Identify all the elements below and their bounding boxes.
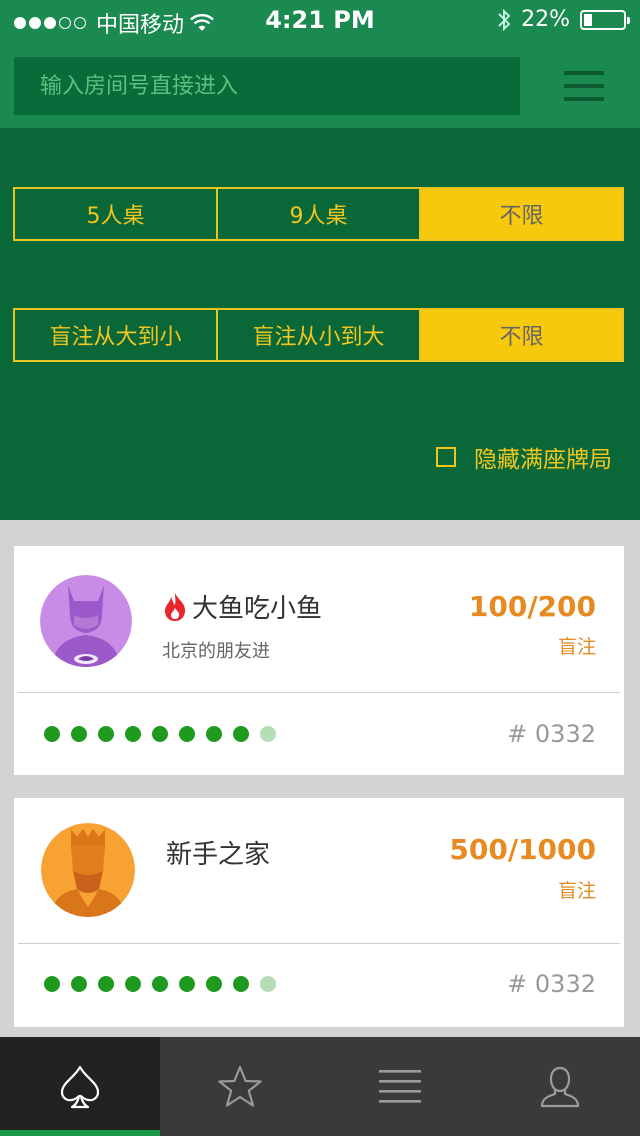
seat-taken-dot bbox=[233, 976, 249, 992]
seat-taken-dot bbox=[98, 726, 114, 742]
filter-9-seat[interactable]: 9人桌 bbox=[218, 189, 421, 239]
filter-blind-desc[interactable]: 盲注从大到小 bbox=[15, 310, 218, 360]
card-divider bbox=[18, 692, 620, 693]
seat-taken-dot bbox=[71, 976, 87, 992]
battery-icon bbox=[580, 9, 630, 30]
fire-icon bbox=[165, 592, 186, 621]
seat-taken-dot bbox=[233, 726, 249, 742]
tab-favorites[interactable] bbox=[160, 1037, 320, 1136]
hide-full-checkbox[interactable] bbox=[436, 447, 456, 467]
hide-full-toggle[interactable]: 隐藏满座牌局 bbox=[436, 440, 612, 474]
filter-panel: 5人桌 9人桌 不限 盲注从大到小 盲注从小到大 不限 隐藏满座牌局 bbox=[0, 128, 640, 520]
spade-icon bbox=[60, 1065, 100, 1108]
seat-taken-dot bbox=[152, 726, 168, 742]
filter-size-any[interactable]: 不限 bbox=[421, 189, 622, 239]
tab-bar bbox=[0, 1037, 640, 1136]
seat-taken-dot bbox=[125, 726, 141, 742]
seat-taken-dot bbox=[71, 726, 87, 742]
filter-blind-any[interactable]: 不限 bbox=[421, 310, 622, 360]
filter-5-seat[interactable]: 5人桌 bbox=[15, 189, 218, 239]
room-blinds: 500/1000 bbox=[449, 833, 596, 866]
seat-taken-dot bbox=[98, 976, 114, 992]
room-name-text: 新手之家 bbox=[166, 840, 271, 870]
room-name-text: 大鱼吃小鱼 bbox=[192, 594, 323, 624]
room-subtitle: 北京的朋友进 bbox=[162, 641, 270, 662]
room-number: # 0332 bbox=[507, 720, 596, 748]
king-avatar-icon bbox=[41, 823, 135, 917]
filter-blind-asc[interactable]: 盲注从小到大 bbox=[218, 310, 421, 360]
seat-taken-dot bbox=[44, 976, 60, 992]
room-blinds-label: 盲注 bbox=[557, 636, 596, 658]
blind-order-filter: 盲注从大到小 盲注从小到大 不限 bbox=[13, 308, 624, 362]
seat-taken-dot bbox=[125, 976, 141, 992]
room-card[interactable]: 新手之家 500/1000 盲注 # 0332 bbox=[14, 798, 624, 1027]
seat-taken-dot bbox=[179, 976, 195, 992]
seat-taken-dot bbox=[152, 976, 168, 992]
seat-indicator bbox=[44, 976, 276, 992]
room-name: 新手之家 bbox=[166, 834, 270, 871]
star-icon bbox=[218, 1065, 262, 1107]
room-number: # 0332 bbox=[507, 970, 596, 998]
tab-profile[interactable] bbox=[480, 1037, 640, 1136]
user-icon bbox=[540, 1066, 580, 1107]
seat-indicator bbox=[44, 726, 276, 742]
seat-taken-dot bbox=[206, 726, 222, 742]
room-card[interactable]: 大鱼吃小鱼 北京的朋友进 100/200 盲注 # 0332 bbox=[14, 546, 624, 775]
status-right: 22% bbox=[497, 7, 630, 32]
hamburger-menu-icon[interactable] bbox=[564, 71, 604, 101]
seat-taken-dot bbox=[206, 976, 222, 992]
room-blinds: 100/200 bbox=[468, 590, 596, 623]
app-header bbox=[0, 40, 640, 128]
tab-list[interactable] bbox=[320, 1037, 480, 1136]
seat-empty-dot bbox=[260, 976, 276, 992]
bluetooth-icon bbox=[498, 8, 511, 31]
tab-games[interactable] bbox=[0, 1037, 160, 1136]
room-name: 大鱼吃小鱼 bbox=[162, 588, 322, 625]
seat-empty-dot bbox=[260, 726, 276, 742]
battery-percent: 22% bbox=[521, 7, 570, 32]
seat-taken-dot bbox=[179, 726, 195, 742]
batman-avatar-icon bbox=[40, 575, 132, 667]
status-bar: 中国移动 4:21 PM 22% bbox=[0, 0, 640, 40]
room-blinds-label: 盲注 bbox=[557, 880, 596, 902]
list-icon bbox=[379, 1069, 421, 1103]
seat-taken-dot bbox=[44, 726, 60, 742]
card-divider bbox=[18, 943, 620, 944]
hide-full-label: 隐藏满座牌局 bbox=[474, 447, 612, 473]
table-size-filter: 5人桌 9人桌 不限 bbox=[13, 187, 624, 241]
room-number-input[interactable] bbox=[14, 57, 520, 115]
